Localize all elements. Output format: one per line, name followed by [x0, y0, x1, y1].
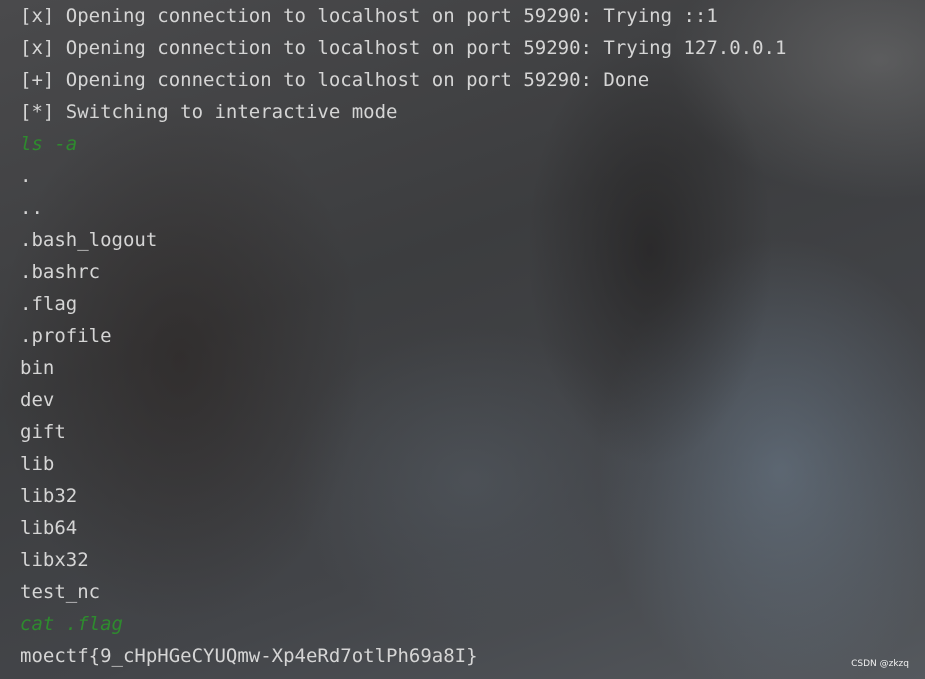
terminal-line: dev [20, 389, 55, 411]
watermark: CSDN @zkzq [851, 659, 909, 669]
terminal-line: lib32 [20, 485, 78, 507]
terminal-line: [x] Opening connection to localhost on p… [20, 5, 718, 27]
terminal-line: .bashrc [20, 261, 101, 283]
terminal-line: moectf{9_cHpHGeCYUQmw-Xp4eRd7otlPh69a8I} [20, 645, 478, 667]
terminal-output: [x] Opening connection to localhost on p… [20, 0, 786, 672]
terminal-line: [x] Opening connection to localhost on p… [20, 37, 787, 59]
terminal-line: .profile [20, 325, 112, 347]
terminal-line: libx32 [20, 549, 89, 571]
terminal-input-command: ls -a [20, 133, 78, 155]
terminal-line: . [20, 165, 32, 187]
terminal-line: lib [20, 453, 55, 475]
terminal-window[interactable]: [x] Opening connection to localhost on p… [0, 0, 925, 679]
terminal-line: gift [20, 421, 66, 443]
terminal-line: .. [20, 197, 43, 219]
terminal-line: [+] Opening connection to localhost on p… [20, 69, 650, 91]
terminal-line: [*] Switching to interactive mode [20, 101, 398, 123]
terminal-line: .bash_logout [20, 229, 158, 251]
terminal-line: .flag [20, 293, 78, 315]
terminal-line: test_nc [20, 581, 101, 603]
terminal-input-command: cat .flag [20, 613, 123, 635]
terminal-line: lib64 [20, 517, 78, 539]
terminal-line: bin [20, 357, 55, 379]
